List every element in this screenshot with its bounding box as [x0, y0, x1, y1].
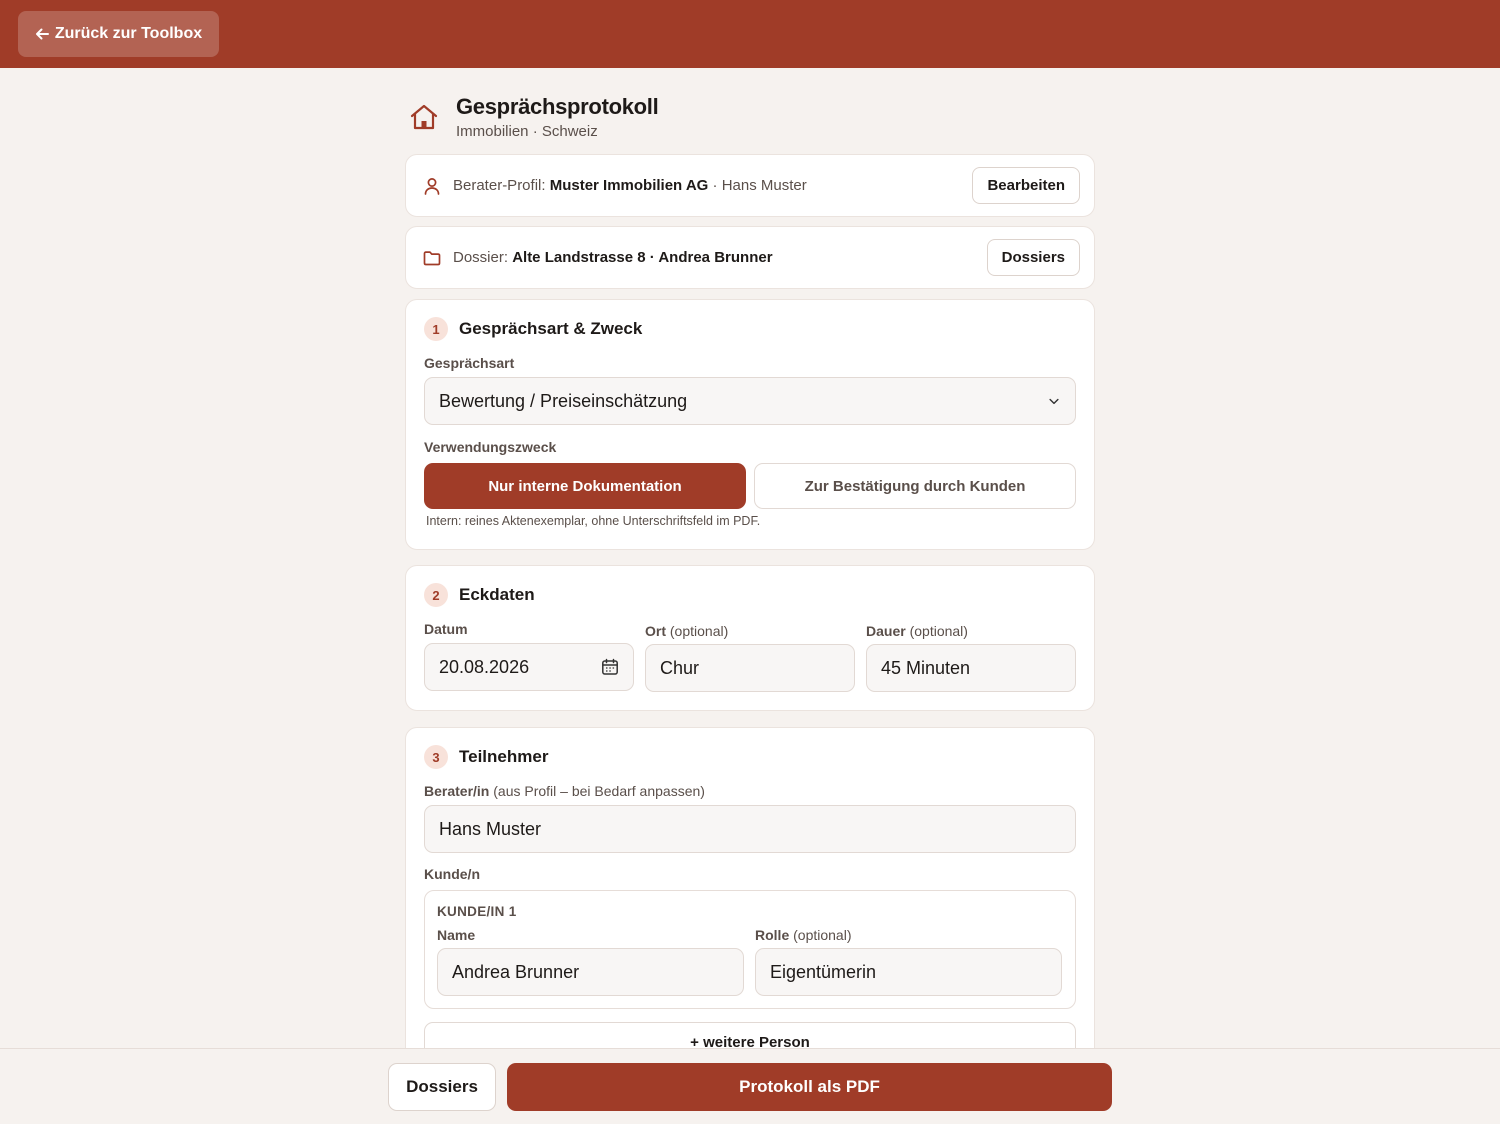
back-label: Zurück zur Toolbox: [54, 25, 203, 42]
section-1-header: 1 Gesprächsart & Zweck: [424, 317, 642, 341]
dossier-card: Dossier: Alte Landstrasse 8 · Andrea Bru…: [405, 226, 1095, 289]
client-role-input[interactable]: Eigentümerin: [755, 948, 1062, 996]
dossier-text: Dossier: Alte Landstrasse 8 · Andrea Bru…: [453, 249, 987, 266]
footer-bar: Dossiers Protokoll als PDF: [0, 1048, 1500, 1124]
section-title: Gesprächsart & Zweck: [459, 319, 643, 338]
advisor-note: (aus Profil – bei Bedarf anpassen): [493, 783, 705, 799]
advisor-label-text: Berater/in: [424, 783, 490, 799]
profile-person: Hans Muster: [721, 177, 807, 194]
back-to-toolbox-button[interactable]: Zurück zur Toolbox: [18, 11, 219, 57]
advisor-value: Hans Muster: [439, 818, 542, 839]
section-title: Eckdaten: [459, 585, 535, 604]
section-key-data: 2 Eckdaten Datum Ort (optional) Dauer (o…: [405, 565, 1095, 711]
duration-value: 45 Minuten: [881, 657, 971, 678]
dossiers-button[interactable]: Dossiers: [986, 239, 1080, 276]
page-header: Gesprächsprotokoll Immobilien · Schweiz: [405, 92, 1095, 142]
section-number-badge: 1: [424, 317, 448, 341]
place-label-text: Ort: [645, 623, 666, 639]
duration-input[interactable]: 45 Minuten: [866, 644, 1076, 692]
section-2-header: 2 Eckdaten: [424, 583, 535, 607]
purpose-label: Verwendungszweck: [424, 439, 557, 455]
advisor-input[interactable]: Hans Muster: [424, 805, 1076, 853]
edit-profile-button[interactable]: Bearbeiten: [972, 167, 1080, 204]
conversation-type-value: Bewertung / Preiseinschätzung: [439, 390, 688, 411]
section-number-badge: 3: [424, 745, 448, 769]
client-role-optional: (optional): [793, 927, 852, 943]
place-input[interactable]: Chur: [645, 644, 855, 692]
place-optional: (optional): [669, 623, 729, 639]
page-subtitle: Immobilien · Schweiz: [456, 123, 598, 140]
arrow-left-icon: [35, 28, 49, 40]
section-conversation-type: 1 Gesprächsart & Zweck Gesprächsart Bewe…: [405, 299, 1095, 550]
protocol-pdf-button[interactable]: Protokoll als PDF: [507, 1063, 1112, 1111]
top-bar: Zurück zur Toolbox: [0, 0, 1500, 68]
conversation-type-select[interactable]: Bewertung / Preiseinschätzung: [424, 377, 1076, 425]
section-number-badge: 2: [424, 583, 448, 607]
calendar-icon[interactable]: [601, 658, 619, 676]
section-title: Teilnehmer: [459, 747, 549, 766]
profile-separator: ·: [708, 177, 722, 194]
section-3-header: 3 Teilnehmer: [424, 745, 548, 769]
profile-text: Berater-Profil: Muster Immobilien AG · H…: [453, 177, 972, 194]
place-label: Ort (optional): [645, 623, 728, 639]
purpose-hint: Intern: reines Aktenexemplar, ohne Unter…: [426, 514, 761, 528]
profile-prefix: Berater-Profil:: [453, 177, 546, 194]
profile-card: Berater-Profil: Muster Immobilien AG · H…: [405, 154, 1095, 217]
date-label: Datum: [424, 621, 468, 637]
client-card: KUNDE/IN 1 Name Rolle (optional) Andrea …: [424, 890, 1076, 1009]
purpose-internal-option[interactable]: Nur interne Dokumentation: [424, 463, 746, 509]
client-role-label: Rolle (optional): [755, 927, 852, 943]
dossier-value: Alte Landstrasse 8 · Andrea Brunner: [512, 249, 773, 266]
page-title: Gesprächsprotokoll: [456, 94, 659, 119]
user-icon: [424, 177, 440, 195]
purpose-client-confirmation-option[interactable]: Zur Bestätigung durch Kunden: [754, 463, 1076, 509]
dossier-prefix: Dossier:: [453, 249, 509, 266]
date-value: 20.08.2026: [439, 656, 530, 677]
client-name-value: Andrea Brunner: [452, 961, 580, 982]
client-name-input[interactable]: Andrea Brunner: [437, 948, 744, 996]
conversation-type-label: Gesprächsart: [424, 355, 515, 371]
client-caption: KUNDE/IN 1: [437, 904, 517, 919]
footer-dossiers-button[interactable]: Dossiers: [388, 1063, 496, 1111]
client-role-label-text: Rolle: [755, 927, 790, 943]
place-value: Chur: [660, 657, 700, 678]
folder-icon: [423, 250, 441, 265]
home-icon: [410, 104, 438, 130]
advisor-label: Berater/in (aus Profil – bei Bedarf anpa…: [424, 783, 705, 799]
client-role-value: Eigentümerin: [770, 961, 877, 982]
client-name-label: Name: [437, 927, 476, 943]
clients-label: Kunde/n: [424, 866, 480, 882]
duration-optional: (optional): [909, 623, 968, 639]
duration-label: Dauer (optional): [866, 623, 968, 639]
chevron-down-icon: [1049, 398, 1059, 405]
duration-label-text: Dauer: [866, 623, 906, 639]
date-input[interactable]: 20.08.2026: [424, 643, 634, 691]
profile-company: Muster Immobilien AG: [549, 177, 709, 194]
